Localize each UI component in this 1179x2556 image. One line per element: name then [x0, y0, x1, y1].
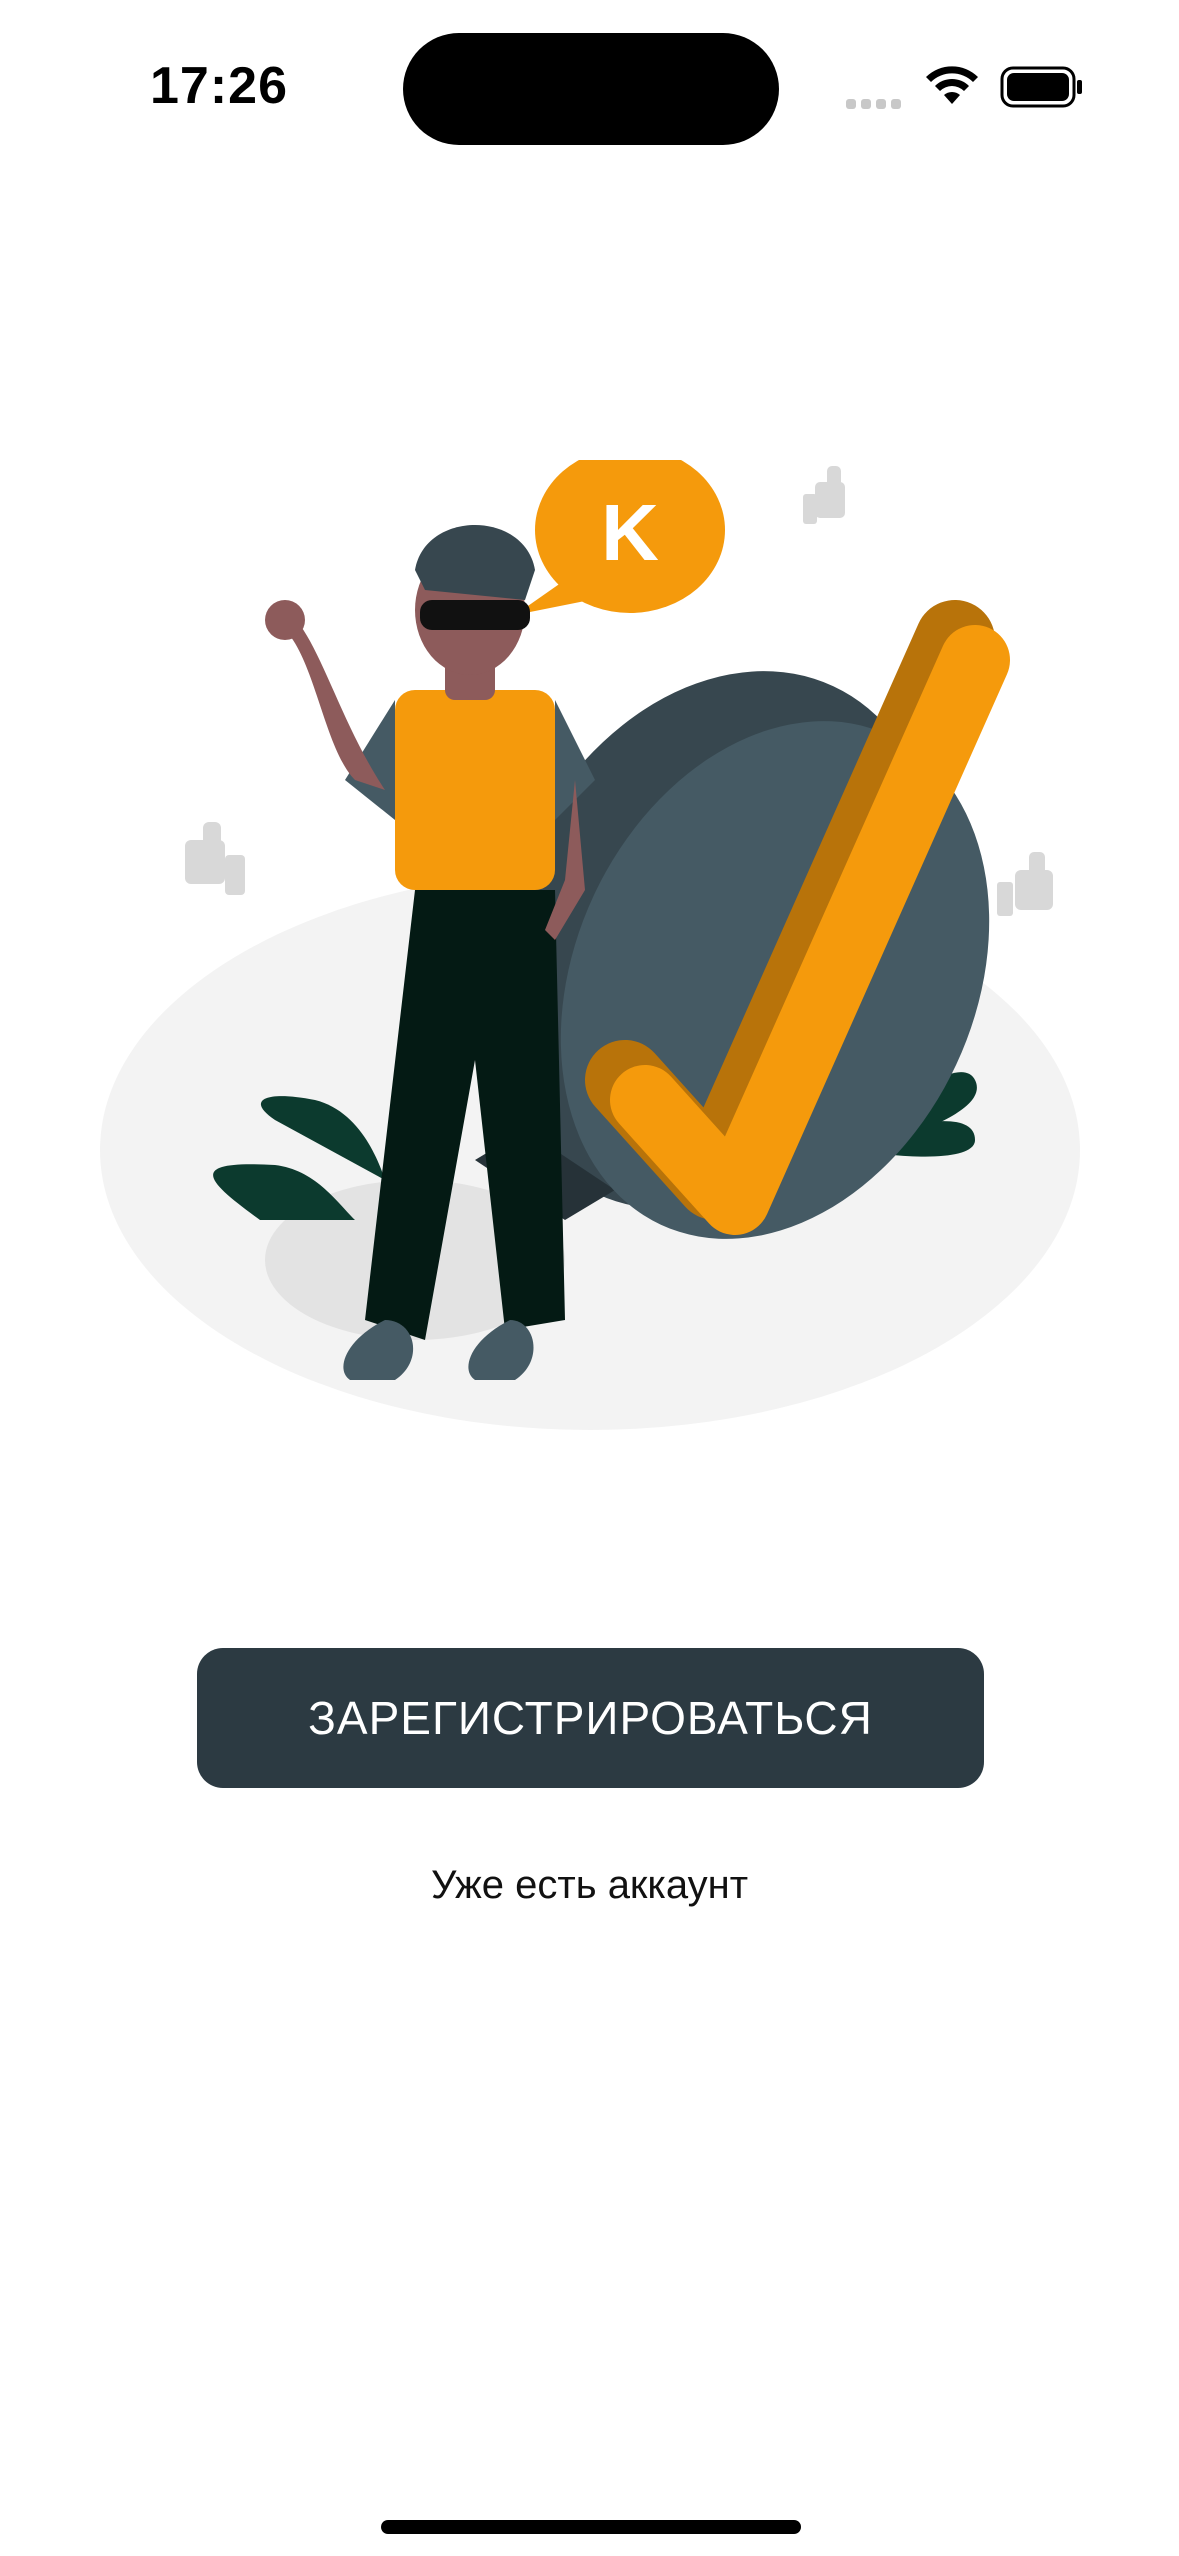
thumbs-up-icon: [997, 852, 1053, 916]
thumbs-up-icon: [803, 466, 845, 524]
thumbs-up-icon: [185, 822, 245, 895]
speech-bubble: K: [515, 460, 725, 615]
speech-bubble-letter: K: [601, 488, 659, 577]
status-time: 17:26: [150, 57, 288, 115]
signal-icon: [846, 96, 906, 114]
battery-icon: [1000, 66, 1082, 108]
register-button[interactable]: ЗАРЕГИСТРИРОВАТЬСЯ: [197, 1648, 984, 1788]
success-illustration: K: [100, 460, 1080, 1430]
already-have-account-link[interactable]: Уже есть аккаунт: [0, 1863, 1179, 1908]
status-bar: 17:26: [0, 0, 1179, 170]
wifi-icon: [926, 66, 978, 104]
home-indicator[interactable]: [381, 2520, 801, 2534]
dynamic-island: [403, 33, 779, 145]
